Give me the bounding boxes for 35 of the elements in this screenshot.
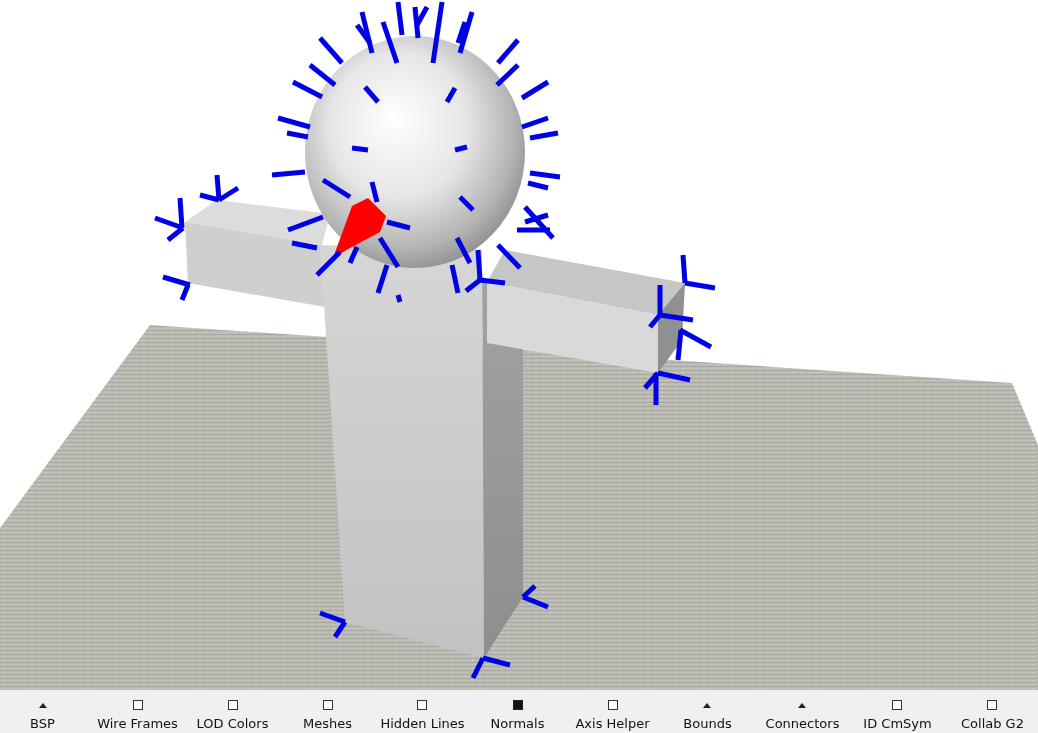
dropdown-button[interactable]: Connectors bbox=[763, 700, 842, 731]
normal-line bbox=[495, 63, 520, 87]
normal-line bbox=[321, 177, 352, 200]
normal-line bbox=[386, 219, 411, 231]
toggle-button[interactable]: Collab G2 bbox=[959, 700, 1026, 731]
normal-line bbox=[351, 145, 369, 153]
normal-line bbox=[363, 85, 380, 104]
toggle-button[interactable]: Meshes bbox=[301, 700, 354, 731]
toggle-button[interactable]: Hidden Lines bbox=[378, 700, 467, 731]
toggle-button[interactable]: Axis Helper bbox=[573, 700, 652, 731]
normal-line bbox=[287, 214, 324, 233]
normal-line bbox=[318, 36, 344, 65]
normal-line bbox=[521, 115, 549, 130]
toggle-button[interactable]: ID CmSym bbox=[861, 700, 934, 731]
normal-line bbox=[395, 294, 403, 303]
normal-line bbox=[347, 246, 360, 264]
normal-line bbox=[458, 195, 475, 212]
dropdown-button[interactable]: BSP bbox=[28, 700, 57, 731]
toggle-button[interactable]: LOD Colors bbox=[194, 700, 271, 731]
normal-line bbox=[369, 181, 380, 203]
normal-line bbox=[520, 79, 550, 101]
normal-line bbox=[444, 86, 458, 104]
normal-line bbox=[454, 144, 468, 153]
dropdown-button[interactable]: Bounds bbox=[681, 700, 734, 731]
normal-line bbox=[496, 243, 522, 270]
normal-line bbox=[271, 169, 306, 178]
toggle-button[interactable]: Normals bbox=[488, 700, 547, 731]
normal-line bbox=[308, 63, 337, 87]
up-triangle-icon bbox=[38, 702, 47, 708]
toggle-button[interactable]: Wire Frames bbox=[95, 700, 180, 731]
normal-line bbox=[496, 38, 520, 65]
up-triangle-icon bbox=[703, 702, 712, 708]
up-triangle-icon bbox=[798, 702, 807, 708]
normal-line bbox=[529, 130, 559, 141]
normal-line bbox=[291, 79, 324, 100]
